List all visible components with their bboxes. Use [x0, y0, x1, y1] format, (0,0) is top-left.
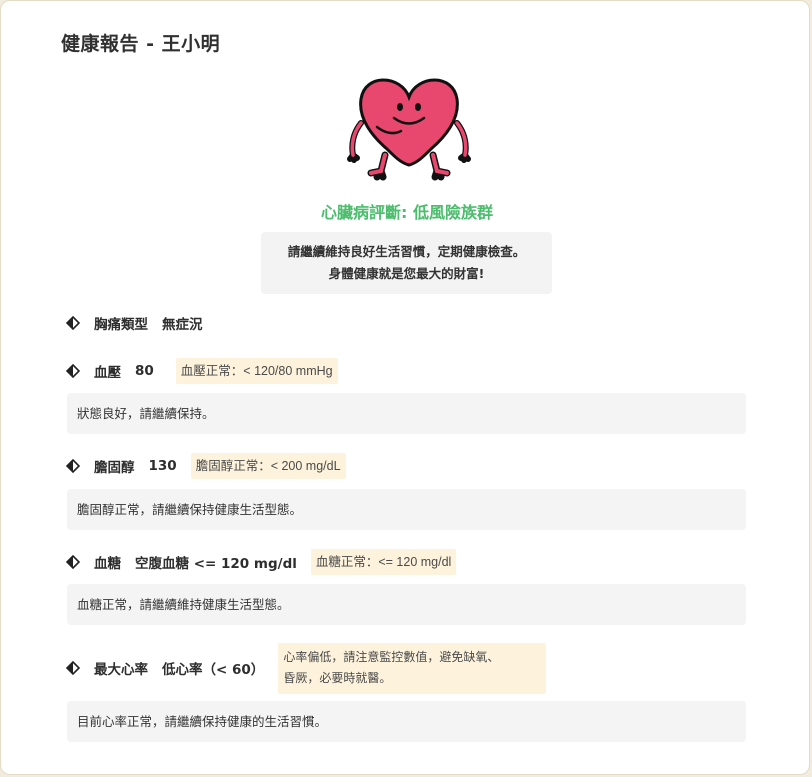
blood-pressure-value: 80	[135, 363, 154, 379]
chest-pain-value: 無症況	[162, 317, 203, 333]
blood-pressure-note: 狀態良好，請繼續保持。	[67, 393, 746, 434]
diamond-bullet-icon	[66, 364, 80, 378]
max-heart-rate-label: 最大心率	[94, 662, 148, 678]
blood-sugar-label: 血糖	[94, 556, 121, 572]
blood-sugar-value: 空腹血糖 <= 120 mg/dl	[135, 556, 297, 572]
health-report-card: 健康報告 - 王小明 心臟病評斷: 低風險族群 請繼續維持良好生活習慣，定期健康…	[0, 0, 810, 775]
blood-sugar-note: 血糖正常，請繼續維持健康生活型態。	[67, 584, 746, 625]
diamond-bullet-icon	[66, 661, 80, 675]
chest-pain-row: 胸痛類型 無症況	[66, 310, 217, 336]
max-heart-rate-tag-line-1: 心率偏低，請注意監控數值，避免缺氧、	[283, 649, 500, 664]
cholesterol-row: 膽固醇 130 膽固醇正常：< 200 mg/dL	[66, 453, 346, 479]
blood-pressure-label: 血壓	[94, 365, 121, 381]
cholesterol-reference-tag: 膽固醇正常：< 200 mg/dL	[190, 453, 346, 479]
blood-sugar-reference-tag: 血糖正常：<= 120 mg/dl	[310, 549, 457, 575]
diagnosis-result: 心臟病評斷: 低風險族群	[321, 203, 493, 222]
advice-box: 請繼續維持良好生活習慣，定期健康檢查。 身體健康就是您最大的財富!	[261, 232, 552, 294]
cholesterol-note: 膽固醇正常，請繼續保持健康生活型態。	[67, 489, 746, 530]
max-heart-rate-tag-line-2: 昏厥，必要時就醫。	[283, 670, 392, 685]
heart-mascot-icon	[347, 78, 471, 181]
blood-sugar-row: 血糖 空腹血糖 <= 120 mg/dl 血糖正常：<= 120 mg/dl	[66, 549, 457, 575]
advice-line-2: 身體健康就是您最大的財富!	[328, 266, 485, 281]
chest-pain-label: 胸痛類型	[94, 317, 148, 333]
max-heart-rate-value: 低心率（< 60）	[162, 662, 265, 678]
max-heart-rate-note: 目前心率正常，請繼續保持健康的生活習慣。	[67, 701, 746, 742]
report-title: 健康報告 - 王小明	[61, 33, 221, 55]
diamond-bullet-icon	[66, 316, 80, 330]
cholesterol-value: 130	[148, 458, 177, 474]
max-heart-rate-reference-tag: 心率偏低，請注意監控數值，避免缺氧、 昏厥，必要時就醫。	[278, 642, 547, 694]
blood-pressure-row: 血壓 80 血壓正常：< 120/80 mmHg	[66, 358, 338, 384]
max-heart-rate-row: 最大心率 低心率（< 60） 心率偏低，請注意監控數值，避免缺氧、 昏厥，必要時…	[66, 642, 547, 694]
diamond-bullet-icon	[66, 555, 80, 569]
cholesterol-label: 膽固醇	[94, 460, 135, 476]
blood-pressure-reference-tag: 血壓正常：< 120/80 mmHg	[175, 358, 338, 384]
diamond-bullet-icon	[66, 459, 80, 473]
advice-line-1: 請繼續維持良好生活習慣，定期健康檢查。	[287, 244, 526, 259]
